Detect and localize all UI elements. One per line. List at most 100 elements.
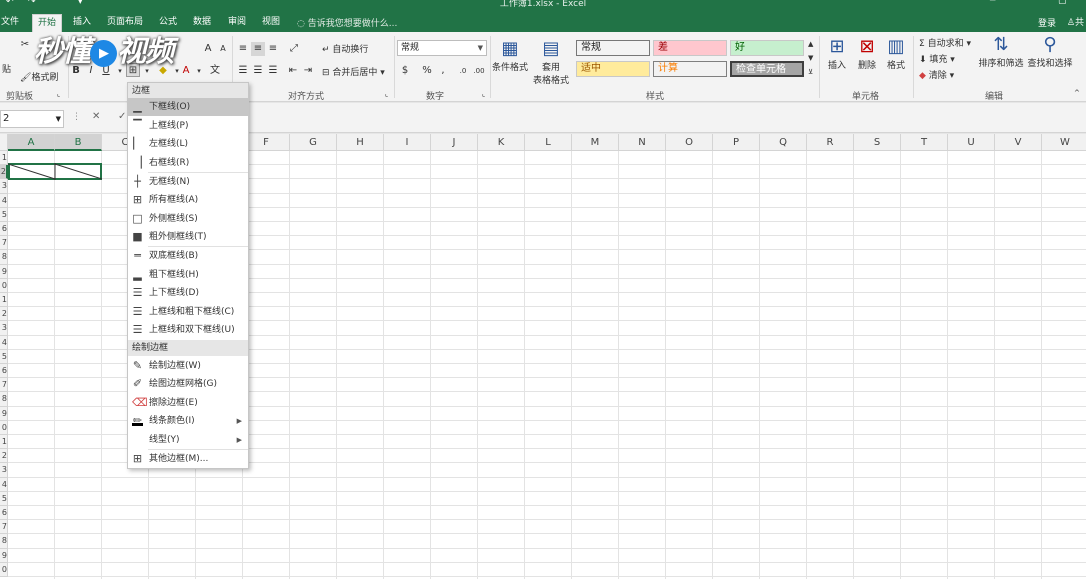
- row-header[interactable]: 8: [0, 534, 8, 549]
- row-header[interactable]: 5: [0, 491, 8, 506]
- menu-item-thick-outside-borders[interactable]: ■ 粗外侧框线(T): [128, 228, 248, 246]
- number-format-select[interactable]: 常规 ▼: [397, 40, 487, 56]
- tab-view[interactable]: 视图: [257, 14, 285, 32]
- menu-item-line-style[interactable]: 线型(Y) ▶: [128, 431, 248, 449]
- row-header[interactable]: 4: [0, 477, 8, 492]
- phonetic-icon[interactable]: 文: [208, 64, 222, 78]
- row-header[interactable]: 3: [0, 179, 8, 194]
- row-header[interactable]: 9: [0, 406, 8, 421]
- column-header-k[interactable]: K: [478, 134, 525, 151]
- number-launcher-icon[interactable]: ⌞: [482, 90, 485, 98]
- column-header-h[interactable]: H: [337, 134, 384, 151]
- column-header-u[interactable]: U: [948, 134, 995, 151]
- cell-style-normal[interactable]: 常规: [576, 40, 650, 56]
- cell-style-good[interactable]: 好: [730, 40, 804, 56]
- share-button[interactable]: ♙共: [1067, 15, 1084, 28]
- align-left-icon[interactable]: ☰: [236, 64, 250, 78]
- row-header[interactable]: 4: [0, 335, 8, 350]
- cut-icon[interactable]: ✂: [18, 38, 32, 52]
- row-header[interactable]: 1: [0, 151, 8, 166]
- row-header[interactable]: 0: [0, 562, 8, 577]
- row-header[interactable]: 7: [0, 236, 8, 251]
- menu-item-eraser[interactable]: ⌫ 擦除边框(E): [128, 394, 248, 412]
- styles-scroll-up-icon[interactable]: ▲: [808, 40, 813, 48]
- row-header[interactable]: 4: [0, 193, 8, 208]
- minimize-button[interactable]: ─: [990, 0, 995, 6]
- row-header[interactable]: 2: [0, 307, 8, 322]
- menu-item-right-border[interactable]: ▕ 右框线(R): [128, 154, 248, 172]
- format-cells-button[interactable]: ▥ 格式: [882, 36, 910, 71]
- column-header-q[interactable]: Q: [760, 134, 807, 151]
- row-header[interactable]: 0: [0, 278, 8, 293]
- orientation-icon[interactable]: ⤢: [287, 42, 301, 56]
- conditional-formatting-button[interactable]: ▦ 条件格式: [491, 38, 529, 73]
- menu-item-draw-border-grid[interactable]: ✐ 绘图边框网格(G): [128, 375, 248, 393]
- styles-scroll-down-icon[interactable]: ▼: [808, 54, 813, 62]
- paste-label[interactable]: 贴: [2, 62, 11, 75]
- row-header[interactable]: 1: [0, 435, 8, 450]
- alignment-launcher-icon[interactable]: ⌞: [385, 90, 388, 98]
- menu-item-no-border[interactable]: ┼ 无框线(N): [128, 173, 248, 191]
- clear-button[interactable]: ◆ 清除 ▾: [919, 68, 954, 81]
- row-header[interactable]: 3: [0, 463, 8, 478]
- row-header[interactable]: 2: [0, 449, 8, 464]
- row-header[interactable]: 5: [0, 207, 8, 222]
- column-header-t[interactable]: T: [901, 134, 948, 151]
- menu-item-line-color[interactable]: ✏ 线条颜色(I) ▶: [128, 412, 248, 430]
- cell-style-check-cell[interactable]: 检查单元格: [730, 61, 804, 77]
- accounting-format-icon[interactable]: $: [398, 64, 412, 78]
- row-header[interactable]: 1: [0, 293, 8, 308]
- column-header-v[interactable]: V: [995, 134, 1042, 151]
- column-header-b[interactable]: B: [55, 134, 102, 151]
- increase-decimal-icon[interactable]: .0: [456, 64, 470, 78]
- tab-review[interactable]: 审阅: [223, 14, 251, 32]
- column-header-s[interactable]: S: [854, 134, 901, 151]
- increase-indent-icon[interactable]: ⇥: [301, 64, 315, 78]
- tab-data[interactable]: 数据: [188, 14, 216, 32]
- menu-item-outside-borders[interactable]: □ 外侧框线(S): [128, 210, 248, 228]
- menu-item-top-border[interactable]: ▔ 上框线(P): [128, 117, 248, 135]
- comma-button[interactable]: ,: [436, 64, 450, 78]
- menu-item-bottom-border[interactable]: ▁ 下框线(O): [128, 98, 248, 116]
- decrease-indent-icon[interactable]: ⇤: [286, 64, 300, 78]
- increase-font-icon[interactable]: A: [201, 42, 215, 56]
- align-middle-icon[interactable]: ≡: [251, 42, 265, 56]
- column-header-i[interactable]: I: [384, 134, 431, 151]
- column-header-g[interactable]: G: [290, 134, 337, 151]
- row-header[interactable]: 6: [0, 364, 8, 379]
- column-header-p[interactable]: P: [713, 134, 760, 151]
- column-header-w[interactable]: W: [1042, 134, 1086, 151]
- format-as-table-button[interactable]: ▤ 套用 表格格式: [530, 38, 572, 86]
- menu-item-top-thick-bottom-border[interactable]: ☰ 上框线和粗下框线(C): [128, 303, 248, 321]
- decrease-decimal-icon[interactable]: .00: [472, 64, 486, 78]
- row-header[interactable]: 0: [0, 420, 8, 435]
- cell-style-neutral[interactable]: 适中: [576, 61, 650, 77]
- sort-filter-button[interactable]: ⇅ 排序和筛选: [977, 34, 1025, 69]
- insert-cells-button[interactable]: ⊞ 插入: [823, 36, 851, 71]
- tab-file[interactable]: 文件: [0, 14, 24, 32]
- row-header[interactable]: 5: [0, 349, 8, 364]
- align-bottom-icon[interactable]: ≡: [266, 42, 280, 56]
- sign-in-link[interactable]: 登录: [1038, 16, 1056, 29]
- merge-center-button[interactable]: ⊟ 合并后居中 ▾: [322, 65, 385, 78]
- align-center-icon[interactable]: ☰: [251, 64, 265, 78]
- row-header[interactable]: 6: [0, 222, 8, 237]
- row-header[interactable]: 2: [0, 165, 8, 180]
- row-header[interactable]: 7: [0, 520, 8, 535]
- autosum-button[interactable]: Σ 自动求和 ▾: [919, 36, 971, 49]
- menu-item-top-double-bottom-border[interactable]: ☰ 上框线和双下框线(U): [128, 321, 248, 339]
- row-header[interactable]: 3: [0, 321, 8, 336]
- select-all-corner[interactable]: [0, 134, 8, 151]
- find-select-button[interactable]: ⚲ 查找和选择: [1026, 34, 1074, 69]
- maximize-button[interactable]: ▢: [1058, 0, 1067, 6]
- row-header[interactable]: 6: [0, 506, 8, 521]
- menu-item-double-bottom-border[interactable]: ═ 双底框线(B): [128, 247, 248, 265]
- align-right-icon[interactable]: ☰: [266, 64, 280, 78]
- column-header-f[interactable]: F: [243, 134, 290, 151]
- row-header[interactable]: 8: [0, 250, 8, 265]
- row-header[interactable]: 9: [0, 264, 8, 279]
- decrease-font-icon[interactable]: A: [216, 42, 230, 56]
- wrap-text-button[interactable]: ↵ 自动换行: [322, 42, 368, 55]
- column-header-r[interactable]: R: [807, 134, 854, 151]
- menu-item-top-bottom-border[interactable]: ☰ 上下框线(D): [128, 284, 248, 302]
